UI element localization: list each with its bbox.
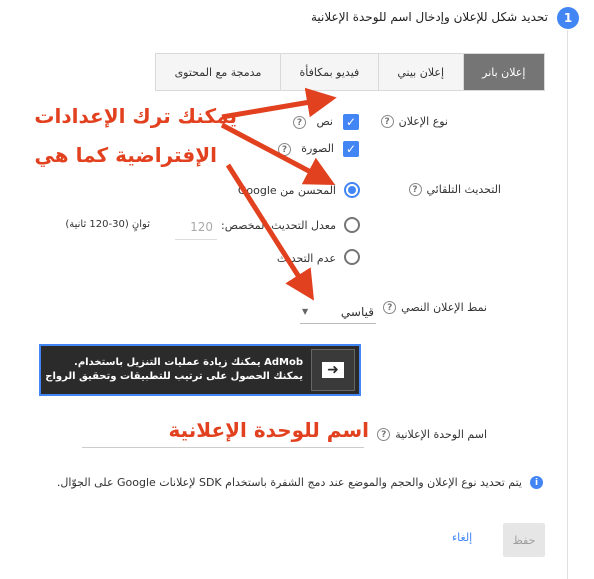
arrow-to-refresh (220, 122, 336, 186)
annotation-arrows (220, 87, 337, 301)
arrow-to-text-style (225, 163, 315, 301)
arrow-to-ad-type (221, 87, 337, 120)
